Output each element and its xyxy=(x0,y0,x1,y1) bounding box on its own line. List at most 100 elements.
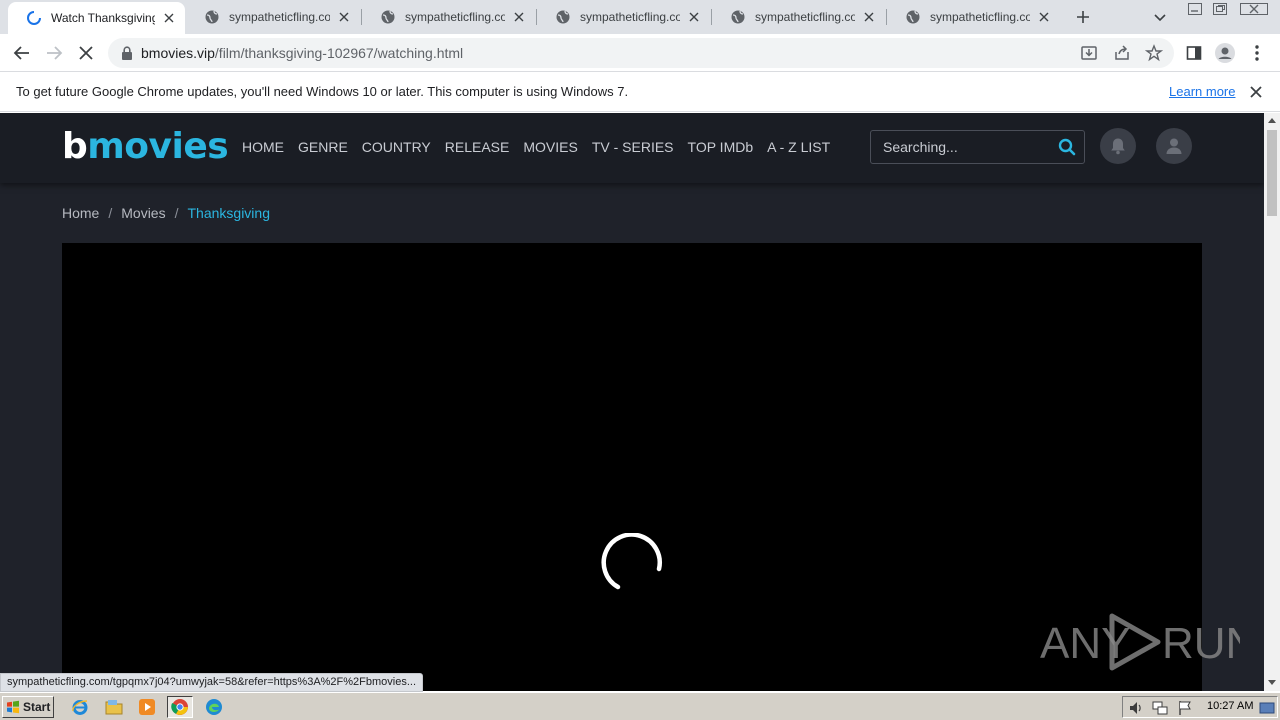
logo-b: b xyxy=(62,126,88,167)
tab-1[interactable]: sympatheticfling.com/t xyxy=(186,0,360,34)
new-tab-button[interactable] xyxy=(1072,6,1094,28)
url-host: bmovies.vip xyxy=(141,45,215,61)
breadcrumb-home[interactable]: Home xyxy=(62,205,99,221)
close-icon[interactable] xyxy=(1036,9,1052,25)
action-center-flag-icon[interactable] xyxy=(1177,700,1193,716)
user-account-button[interactable] xyxy=(1156,128,1192,164)
tab-title: sympatheticfling.com/t xyxy=(930,10,1030,24)
globe-icon xyxy=(205,10,219,24)
watermark-right: RUN xyxy=(1162,619,1240,668)
restore-button[interactable] xyxy=(1209,2,1231,16)
loading-spinner-icon xyxy=(27,11,41,25)
taskbar-chrome[interactable] xyxy=(167,696,193,718)
globe-icon xyxy=(731,10,745,24)
tab-title: sympatheticfling.com/t xyxy=(229,10,330,24)
nav-home[interactable]: HOME xyxy=(242,139,284,155)
network-icon[interactable] xyxy=(1152,700,1168,716)
close-icon[interactable] xyxy=(1248,84,1264,100)
close-icon[interactable] xyxy=(861,9,877,25)
start-button[interactable]: Start xyxy=(2,696,54,718)
loading-spinner-icon xyxy=(601,533,662,590)
plus-icon xyxy=(1077,11,1089,23)
nav-top-imdb[interactable]: TOP IMDb xyxy=(688,139,754,155)
menu-button[interactable] xyxy=(1245,41,1269,65)
site-logo[interactable]: bmovies xyxy=(62,126,229,167)
star-icon[interactable] xyxy=(1145,44,1163,62)
nav-tv-series[interactable]: TV - SERIES xyxy=(592,139,674,155)
learn-more-link[interactable]: Learn more xyxy=(1169,84,1235,99)
watermark-left: ANY xyxy=(1040,619,1130,668)
logo-text: movies xyxy=(87,126,229,167)
address-bar[interactable]: bmovies.vip/film/thanksgiving-102967/wat… xyxy=(108,38,1174,68)
tab-0[interactable]: Watch Thanksgiving Fo xyxy=(8,2,185,34)
scrollbar-thumb[interactable] xyxy=(1267,130,1277,216)
show-desktop-icon[interactable] xyxy=(1259,700,1275,716)
nav-release[interactable]: RELEASE xyxy=(445,139,510,155)
arrow-right-icon xyxy=(47,46,63,60)
search-input[interactable] xyxy=(871,131,1051,163)
nav-country[interactable]: COUNTRY xyxy=(362,139,431,155)
minimize-button[interactable] xyxy=(1184,2,1206,16)
side-panel-icon xyxy=(1186,46,1202,60)
clock[interactable]: 10:27 AM xyxy=(1207,700,1253,712)
windows-logo-icon xyxy=(7,700,19,714)
restore-icon xyxy=(1213,3,1227,15)
taskbar-explorer[interactable] xyxy=(101,696,127,718)
web-page: bmovies HOME GENRE COUNTRY RELEASE MOVIE… xyxy=(0,113,1264,691)
breadcrumb-movies[interactable]: Movies xyxy=(121,205,165,221)
notifications-button[interactable] xyxy=(1100,128,1136,164)
forward-button[interactable] xyxy=(42,41,66,65)
close-icon[interactable] xyxy=(336,9,352,25)
chrome-icon xyxy=(171,699,188,715)
tab-title: Watch Thanksgiving Fo xyxy=(51,11,155,25)
main-nav: HOME GENRE COUNTRY RELEASE MOVIES TV - S… xyxy=(242,139,844,155)
globe-icon xyxy=(556,10,570,24)
avatar-icon xyxy=(1215,43,1235,63)
profile-button[interactable] xyxy=(1213,41,1237,65)
chevron-down-icon[interactable] xyxy=(1151,8,1169,26)
tab-4[interactable]: sympatheticfling.com/t xyxy=(712,0,885,34)
close-icon[interactable] xyxy=(511,9,527,25)
nav-genre[interactable]: GENRE xyxy=(298,139,348,155)
tab-3[interactable]: sympatheticfling.com/t xyxy=(537,0,710,34)
nav-movies[interactable]: MOVIES xyxy=(523,139,577,155)
nav-a-z-list[interactable]: A - Z LIST xyxy=(767,139,830,155)
globe-icon xyxy=(381,10,395,24)
arrow-left-icon xyxy=(13,46,29,60)
tab-2[interactable]: sympatheticfling.com/t xyxy=(362,0,535,34)
side-panel-button[interactable] xyxy=(1182,41,1206,65)
search-icon[interactable] xyxy=(1058,138,1076,156)
back-button[interactable] xyxy=(10,41,34,65)
scroll-down-arrow[interactable] xyxy=(1268,680,1276,685)
tab-5[interactable]: sympatheticfling.com/t xyxy=(887,0,1060,34)
site-header: bmovies HOME GENRE COUNTRY RELEASE MOVIE… xyxy=(0,113,1264,183)
window-close-button[interactable] xyxy=(1236,2,1272,16)
vertical-scrollbar[interactable] xyxy=(1264,113,1280,691)
close-icon xyxy=(1240,3,1268,15)
tab-title: sympatheticfling.com/t xyxy=(580,10,680,24)
taskbar: Start 10:27 AM xyxy=(0,692,1280,720)
install-icon[interactable] xyxy=(1080,44,1098,62)
lock-icon[interactable] xyxy=(121,46,133,60)
taskbar-media-player[interactable] xyxy=(134,696,160,718)
internet-explorer-icon xyxy=(72,700,88,715)
close-icon[interactable] xyxy=(686,9,702,25)
system-tray: 10:27 AM xyxy=(1122,696,1278,718)
tab-strip: Watch Thanksgiving Fo sympatheticfling.c… xyxy=(0,0,1280,34)
breadcrumb-separator: / xyxy=(174,205,179,221)
stop-button[interactable] xyxy=(74,41,98,65)
taskbar-ie[interactable] xyxy=(67,696,93,718)
breadcrumb: Home / Movies / Thanksgiving xyxy=(62,205,270,221)
close-icon[interactable] xyxy=(161,10,177,26)
volume-icon[interactable] xyxy=(1128,700,1144,716)
url-path: /film/thanksgiving-102967/watching.html xyxy=(214,45,464,61)
site-search xyxy=(870,130,1085,164)
minimize-icon xyxy=(1188,3,1202,15)
share-icon[interactable] xyxy=(1113,44,1131,62)
taskbar-edge[interactable] xyxy=(201,696,227,718)
browser-toolbar: bmovies.vip/film/thanksgiving-102967/wat… xyxy=(0,34,1280,72)
breadcrumb-separator: / xyxy=(108,205,113,221)
scroll-up-arrow[interactable] xyxy=(1268,118,1276,123)
tab-title: sympatheticfling.com/t xyxy=(755,10,855,24)
video-player[interactable]: ANY RUN xyxy=(62,243,1240,691)
